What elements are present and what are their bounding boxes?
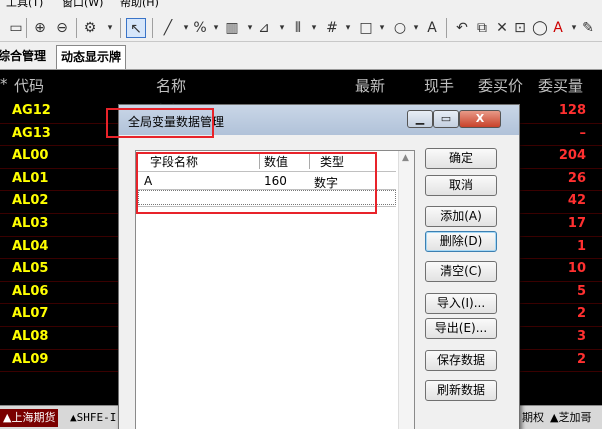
fan-line-icon[interactable]: ⊿ xyxy=(254,18,274,38)
text-tool-icon[interactable]: A xyxy=(422,18,442,38)
instrument-code: AG12 xyxy=(12,103,51,118)
menu-bar: 工具(T) 窗口(W) 帮助(H) xyxy=(0,0,602,9)
bid-volume-cell: 5 xyxy=(576,283,586,299)
instrument-code: AL03 xyxy=(12,216,49,231)
cancel-button[interactable]: 取消 xyxy=(425,175,497,196)
refresh-data-button[interactable]: 刷新数据 xyxy=(425,380,497,401)
toolbar-divider xyxy=(26,18,27,38)
tab-dynamic-board[interactable]: 动态显示牌 xyxy=(56,45,127,69)
col-header-bid-price[interactable]: 委买价 xyxy=(478,75,523,96)
delete-x-icon[interactable]: ✕ xyxy=(492,18,512,38)
tab-chicago[interactable]: ▲芝加哥 xyxy=(550,409,591,427)
tab-options[interactable]: 期权 xyxy=(522,409,544,427)
instrument-code: AL00 xyxy=(12,148,49,164)
line-color-icon[interactable]: ✎ xyxy=(578,18,598,38)
page-icon[interactable]: ▭ xyxy=(6,18,26,38)
add-button[interactable]: 添加(A) xyxy=(425,206,497,227)
tab-shfe[interactable]: ▲SHFE-I xyxy=(70,409,116,427)
highlight-dialog-title xyxy=(106,108,214,138)
col-header-star[interactable]: * xyxy=(0,75,8,93)
bid-volume-cell: 17 xyxy=(567,216,586,231)
gear-icon[interactable]: ⚙ xyxy=(80,18,100,38)
minimize-button[interactable]: ▁ xyxy=(407,110,433,128)
delete-button[interactable]: 删除(D) xyxy=(425,231,497,252)
col-header-bid-volume[interactable]: 委买量 xyxy=(538,75,583,96)
line-tool-icon[interactable]: ╱ xyxy=(158,18,178,38)
chevron-down-icon[interactable]: ▾ xyxy=(372,18,392,38)
pointer-icon[interactable]: ↖ xyxy=(126,18,146,38)
highlight-variable-table xyxy=(136,152,377,214)
close-button[interactable]: X xyxy=(459,110,501,128)
zoom-in-icon[interactable]: ⊕ xyxy=(30,18,50,38)
tab-overview[interactable]: 综合管理 xyxy=(0,45,50,69)
instrument-code: AL04 xyxy=(12,238,49,254)
bid-volume-cell: 26 xyxy=(567,170,586,186)
bid-volume-cell: 204 xyxy=(558,148,586,164)
instrument-code: AL05 xyxy=(12,261,49,277)
tab-shanghai-futures[interactable]: ▲上海期货 xyxy=(0,409,59,427)
chevron-down-icon[interactable]: ▾ xyxy=(100,18,120,38)
col-header-code[interactable]: 代码 xyxy=(14,75,44,96)
col-header-volume[interactable]: 现手 xyxy=(424,75,454,96)
instrument-code: AG13 xyxy=(12,125,51,141)
toolbar-divider xyxy=(152,18,153,38)
bid-volume-cell: – xyxy=(579,125,587,141)
instrument-code: AL07 xyxy=(12,306,49,322)
save-data-button[interactable]: 保存数据 xyxy=(425,350,497,371)
chevron-down-icon[interactable]: ▾ xyxy=(338,18,358,38)
col-header-last[interactable]: 最新 xyxy=(355,75,385,96)
toolbar: ▭ ⊕ ⊖ ⚙ ▾ ↖ ╱ ▾ % ▾ ▥ ▾ ⊿ ▾ ⦀ ▾ # ▾ □ ▾ … xyxy=(0,8,602,42)
instrument-code: AL08 xyxy=(12,329,49,344)
toolbar-divider xyxy=(76,18,77,38)
copy-icon[interactable]: ⧉ xyxy=(472,18,492,38)
toolbar-divider xyxy=(120,18,121,38)
import-button[interactable]: 导入(I)... xyxy=(425,293,497,314)
bid-volume-cell: 10 xyxy=(567,261,586,277)
undo-icon[interactable]: ↶ xyxy=(452,18,472,38)
instrument-code: AL01 xyxy=(12,170,49,186)
view-tabs: 综合管理 动态显示牌 xyxy=(0,42,602,70)
bid-volume-cell: 2 xyxy=(576,306,586,322)
toolbar-divider xyxy=(446,18,447,38)
ruler-icon[interactable]: ▥ xyxy=(222,18,242,38)
bid-volume-cell: 1 xyxy=(576,238,586,254)
bid-volume-cell: 3 xyxy=(576,329,586,344)
clear-button[interactable]: 清空(C) xyxy=(425,261,497,282)
bid-volume-cell: 42 xyxy=(567,193,586,209)
export-button[interactable]: 导出(E)... xyxy=(425,318,497,339)
zoom-out-icon[interactable]: ⊖ xyxy=(52,18,72,38)
instrument-code: AL06 xyxy=(12,283,49,299)
scroll-up-icon[interactable]: ▲ xyxy=(402,153,409,163)
lock-icon[interactable]: ⊡ xyxy=(510,18,530,38)
bid-volume-cell: 128 xyxy=(558,103,586,118)
chevron-down-icon[interactable]: ▾ xyxy=(304,18,324,38)
maximize-button[interactable]: ▭ xyxy=(433,110,459,128)
list-scrollbar[interactable]: ▲ xyxy=(398,151,414,429)
bid-volume-cell: 2 xyxy=(576,351,586,367)
circle-tool-icon[interactable]: ◯ xyxy=(530,18,550,38)
instrument-code: AL02 xyxy=(12,193,49,209)
col-header-name[interactable]: 名称 xyxy=(156,75,186,96)
instrument-code: AL09 xyxy=(12,351,49,367)
ok-button[interactable]: 确定 xyxy=(425,148,497,169)
